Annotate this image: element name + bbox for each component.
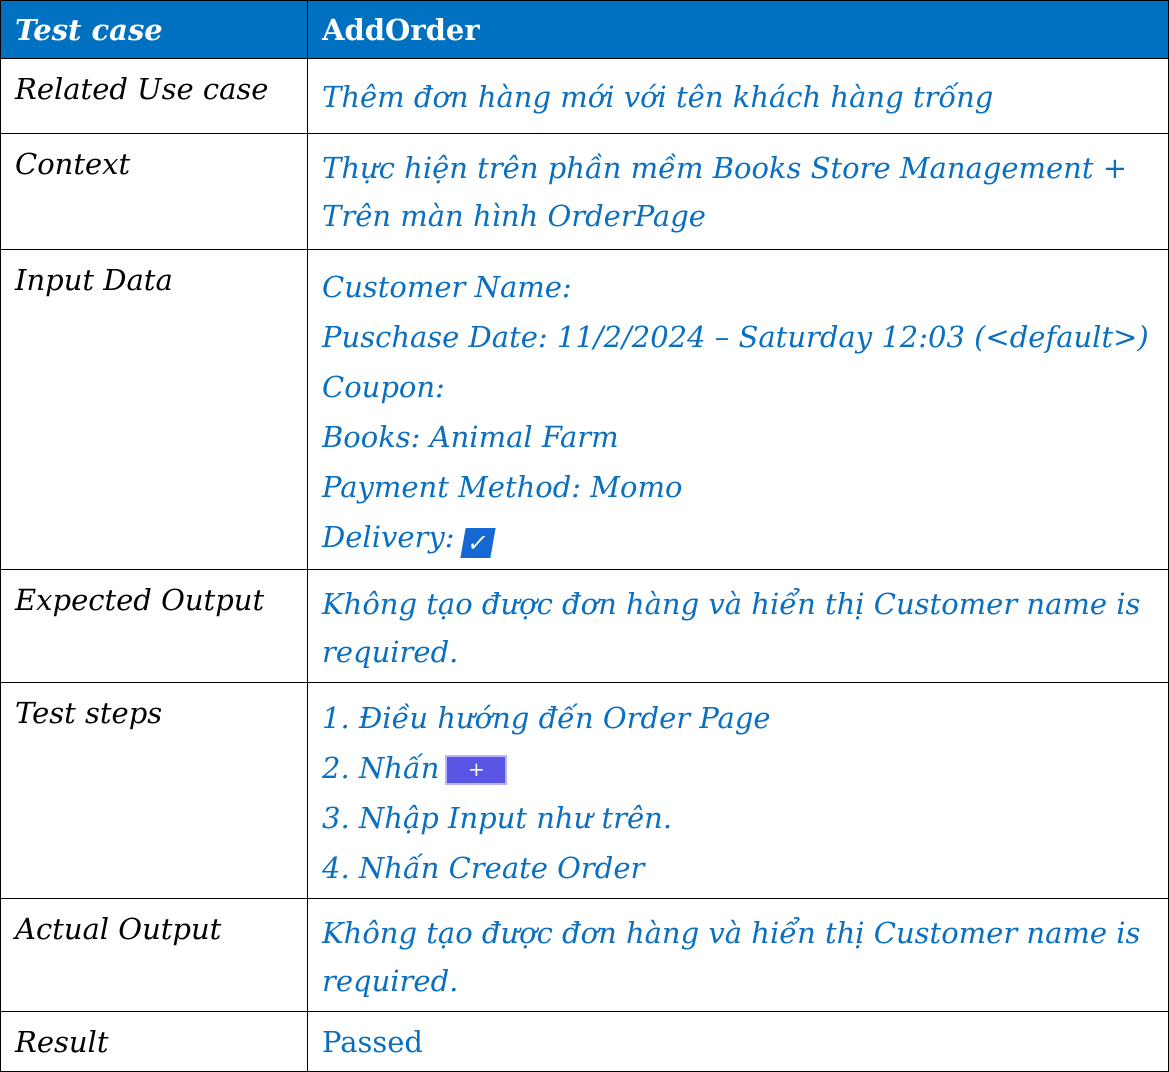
row-related-use-case: Related Use case Thêm đơn hàng mới với t… [0,58,1169,134]
actual-output-label: Actual Output [0,898,308,1012]
result-value: Passed [307,1011,1169,1072]
input-data-label: Input Data [0,249,308,570]
step-line: 2. Nhấn + [322,743,1158,793]
step-text: 2. Nhấn [322,751,440,785]
step-line: 4. Nhấn Create Order [322,851,645,885]
row-expected-output: Expected Output Không tạo được đơn hàng … [0,569,1169,683]
actual-line: Không tạo được đơn hàng và hiển thị Cust… [322,916,1141,950]
context-line: Thực hiện trên phần mềm Books Store Mana… [322,151,1128,185]
related-use-case-label: Related Use case [0,58,308,134]
test-steps-label: Test steps [0,682,308,899]
actual-output-value: Không tạo được đơn hàng và hiển thị Cust… [307,898,1169,1012]
expected-line: Không tạo được đơn hàng và hiển thị Cust… [322,587,1141,621]
checkbox-checked-icon: ✓ [459,528,496,558]
header-label: Test case [0,0,308,59]
actual-line: required. [322,964,459,998]
row-context: Context Thực hiện trên phần mềm Books St… [0,133,1169,250]
expected-output-label: Expected Output [0,569,308,683]
context-label: Context [0,133,308,250]
test-case-name: AddOrder [307,0,1169,59]
related-use-case-value: Thêm đơn hàng mới với tên khách hàng trố… [307,58,1169,134]
test-steps-value: 1. Điều hướng đến Order Page 2. Nhấn + 3.… [307,682,1169,899]
expected-line: required. [322,635,459,669]
row-test-steps: Test steps 1. Điều hướng đến Order Page … [0,682,1169,899]
input-line: Puschase Date: 11/2/2024 – Saturday 12:0… [322,320,1149,354]
header-row: Test case AddOrder [0,0,1169,59]
input-line: Payment Method: Momo [322,470,683,504]
row-result: Result Passed [0,1011,1169,1072]
test-case-table: Test case AddOrder Related Use case Thêm… [0,0,1169,1072]
row-actual-output: Actual Output Không tạo được đơn hàng và… [0,898,1169,1012]
step-line: 3. Nhập Input như trên. [322,801,673,835]
delivery-line: Delivery: ✓ [322,512,1158,562]
input-line: Coupon: [322,370,445,404]
row-input-data: Input Data Customer Name: Puschase Date:… [0,249,1169,570]
expected-output-value: Không tạo được đơn hàng và hiển thị Cust… [307,569,1169,683]
input-line: Books: Animal Farm [322,420,619,454]
context-line: Trên màn hình OrderPage [322,199,706,233]
result-label: Result [0,1011,308,1072]
step-line: 1. Điều hướng đến Order Page [322,701,771,735]
delivery-text: Delivery: [322,520,455,554]
input-data-value: Customer Name: Puschase Date: 11/2/2024 … [307,249,1169,570]
input-line: Customer Name: [322,270,572,304]
context-value: Thực hiện trên phần mềm Books Store Mana… [307,133,1169,250]
plus-button-icon: + [445,755,508,785]
